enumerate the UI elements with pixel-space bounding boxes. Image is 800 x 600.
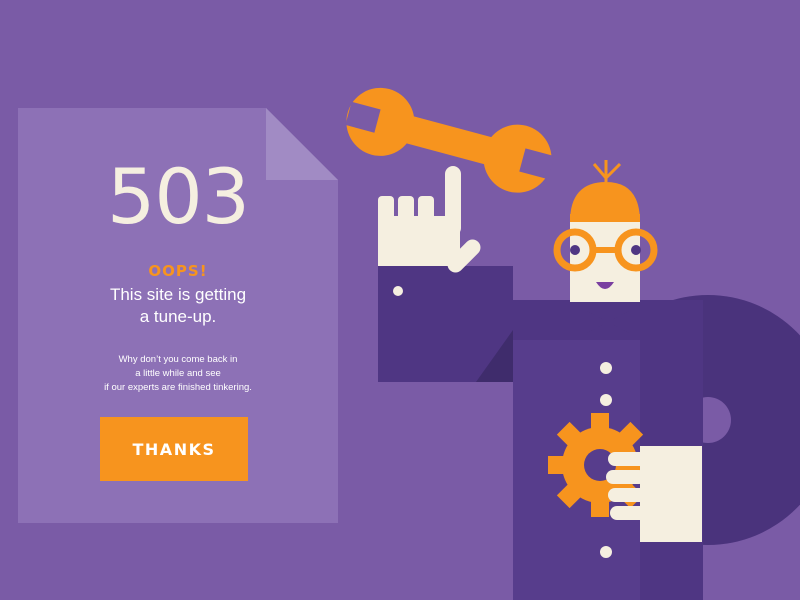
error-code: 503 — [106, 152, 250, 241]
error-card: 503 OOPS! This site is getting a tune-up… — [18, 108, 338, 523]
card-content: 503 OOPS! This site is getting a tune-up… — [18, 108, 338, 523]
message: Why don’t you come back in a little whil… — [88, 353, 268, 395]
oops-label: OOPS! — [148, 262, 208, 280]
message-line-3: if our experts are finished tinkering. — [104, 382, 252, 393]
message-line-1: Why don’t you come back in — [118, 354, 238, 365]
mechanic-body — [378, 266, 703, 600]
message-line-2: a little while and see — [135, 368, 221, 379]
headline-line-1: This site is getting — [109, 285, 247, 304]
headline-line-2: a tune-up. — [139, 307, 217, 326]
error-page: 503 OOPS! This site is getting a tune-up… — [0, 0, 800, 600]
thanks-button[interactable]: THANKS — [100, 417, 248, 481]
headline: This site is getting a tune-up. — [78, 284, 278, 328]
